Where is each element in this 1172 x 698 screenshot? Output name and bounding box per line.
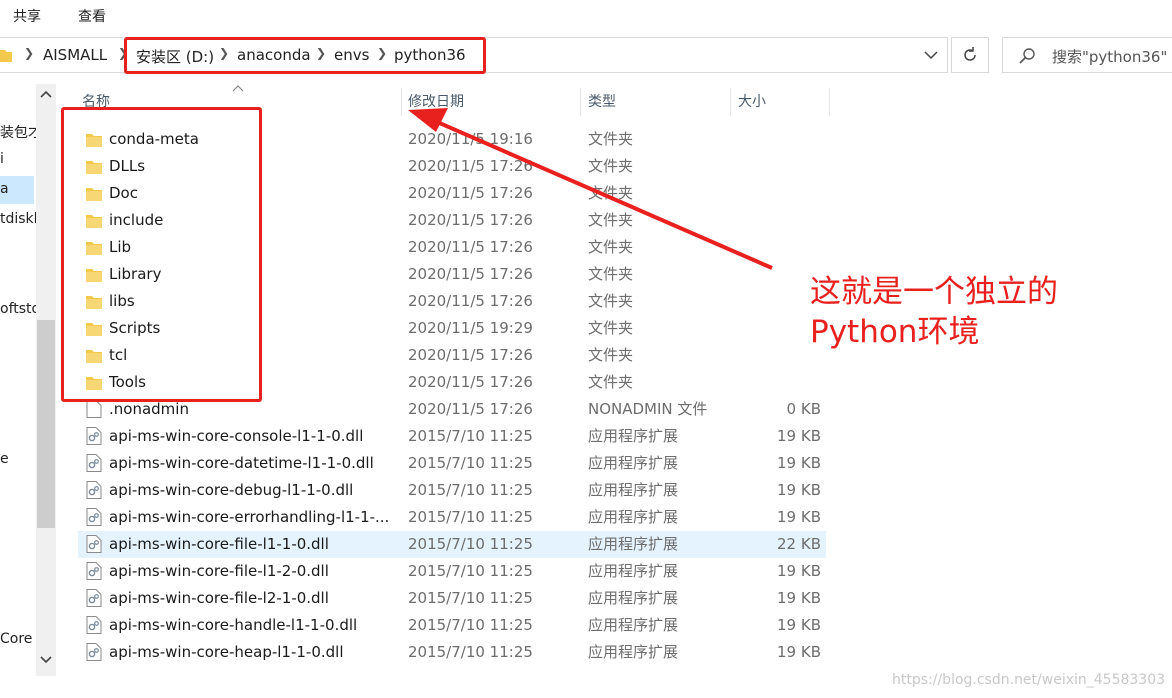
annotation-text: 这就是一个独立的 Python环境 (810, 272, 1058, 352)
watermark: https://blog.csdn.net/weixin_45583303 (892, 672, 1166, 688)
annotation-line-2: Python环境 (810, 314, 980, 350)
annotation-line-1: 这就是一个独立的 (810, 274, 1058, 310)
